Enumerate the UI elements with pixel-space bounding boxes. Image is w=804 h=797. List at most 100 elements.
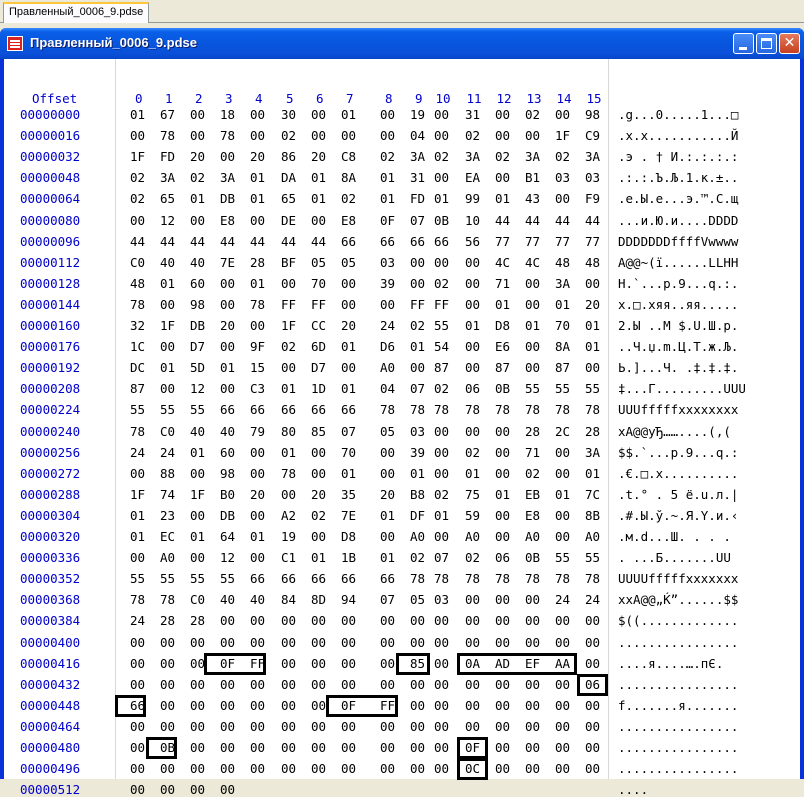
hex-byte-cell[interactable]: EA [465,170,480,185]
hex-byte-cell[interactable]: 87 [495,360,510,375]
hex-byte-cell[interactable]: 2C [555,424,570,439]
hex-byte-cell[interactable]: 00 [160,339,175,354]
hex-byte-cell[interactable]: 01 [434,191,449,206]
hex-byte-cell[interactable]: 00 [555,191,570,206]
hex-byte-cell[interactable]: 78 [585,402,600,417]
hex-byte-cell[interactable]: 18 [220,107,235,122]
hex-byte-cell[interactable]: FF [311,297,326,312]
hex-byte-cell[interactable]: 7C [585,487,600,502]
ascii-row[interactable]: .:.:.Ъ.Љ.1.к.±.. [618,170,738,185]
hex-byte-cell[interactable]: 00 [465,719,480,734]
ascii-row[interactable]: DDDDDDDffffVwwww [618,234,738,249]
hex-byte-cell[interactable]: 02 [410,550,425,565]
hex-byte-cell[interactable]: 02 [281,128,296,143]
hex-byte-cell[interactable]: 75 [465,487,480,502]
hex-byte-cell[interactable]: 00 [434,656,449,671]
hex-byte-cell[interactable]: 4C [495,255,510,270]
hex-byte-cell[interactable]: DF [410,508,425,523]
hex-byte-cell[interactable]: 71 [495,276,510,291]
hex-byte-cell[interactable]: 00 [525,761,540,776]
hex-byte-cell[interactable]: DB [220,191,235,206]
maximize-button[interactable] [756,33,777,54]
hex-byte-cell[interactable]: 07 [410,213,425,228]
hex-byte-cell[interactable]: 44 [130,234,145,249]
hex-byte-cell[interactable]: 00 [495,445,510,460]
hex-byte-cell[interactable]: 78 [130,424,145,439]
hex-byte-cell[interactable]: 9F [250,339,265,354]
hex-byte-cell[interactable]: 40 [220,424,235,439]
hex-byte-cell[interactable]: 39 [410,445,425,460]
hex-byte-cell[interactable]: 87 [555,360,570,375]
hex-byte-cell[interactable]: 01 [190,191,205,206]
hex-byte-cell[interactable]: 20 [190,149,205,164]
hex-byte-cell[interactable]: FF [434,297,449,312]
hex-byte-cell[interactable]: 00 [281,698,296,713]
hex-byte-cell[interactable]: 00 [525,740,540,755]
hex-byte-cell[interactable]: 03 [585,170,600,185]
hex-byte-cell[interactable]: E8 [525,508,540,523]
hex-byte-cell[interactable]: 00 [130,635,145,650]
hex-byte-cell[interactable]: 00 [281,719,296,734]
hex-byte-cell[interactable]: 19 [281,529,296,544]
hex-byte-cell[interactable]: 00 [434,613,449,628]
hex-byte-cell[interactable]: 02 [130,170,145,185]
hex-byte-cell[interactable]: 55 [555,550,570,565]
ascii-row[interactable]: ................ [618,635,738,650]
hex-byte-cell[interactable]: 00 [380,719,395,734]
hex-byte-cell[interactable]: 44 [525,213,540,228]
hex-byte-cell[interactable]: 79 [250,424,265,439]
hex-byte-cell[interactable]: 5D [190,360,205,375]
hex-byte-cell[interactable]: 00 [160,698,175,713]
hex-byte-cell[interactable]: 1F [160,318,175,333]
hex-byte-cell[interactable]: 24 [130,445,145,460]
hex-byte-cell[interactable]: 00 [160,656,175,671]
hex-byte-cell[interactable]: 00 [341,761,356,776]
hex-byte-cell[interactable]: 00 [585,698,600,713]
hex-byte-cell[interactable]: 44 [495,213,510,228]
hex-byte-cell[interactable]: 00 [130,782,145,797]
ascii-row[interactable]: A@@~(ї......LLHH [618,255,738,270]
hex-byte-cell[interactable]: 00 [220,381,235,396]
hex-byte-cell[interactable]: 00 [250,107,265,122]
hex-byte-cell[interactable]: 55 [220,571,235,586]
hex-byte-cell[interactable]: 3A [220,170,235,185]
hex-byte-cell[interactable]: 3A [585,445,600,460]
hex-byte-cell[interactable]: 00 [585,276,600,291]
hex-byte-cell[interactable]: 00 [434,107,449,122]
hex-byte-cell[interactable]: 20 [311,487,326,502]
hex-byte-cell[interactable]: 00 [555,677,570,692]
hex-byte-cell[interactable]: DB [220,508,235,523]
hex-byte-cell[interactable]: 00 [341,740,356,755]
hex-byte-cell[interactable]: 00 [495,170,510,185]
hex-byte-cell[interactable]: 00 [311,719,326,734]
hex-byte-cell[interactable]: 00 [250,128,265,143]
hex-view[interactable]: Offset 0 1 2 3 4 5 6 7 8 9 10 11 12 13 14 15 00000000 01 67… [4,59,800,797]
hex-byte-cell[interactable]: 48 [585,255,600,270]
hex-byte-cell[interactable]: 00 [220,297,235,312]
hex-byte-cell[interactable]: 20 [585,297,600,312]
hex-byte-cell[interactable]: 00 [160,677,175,692]
hex-byte-cell[interactable]: 66 [341,402,356,417]
hex-byte-cell[interactable]: 87 [130,381,145,396]
hex-byte-cell[interactable]: 00 [380,761,395,776]
hex-byte-cell[interactable]: 00 [220,761,235,776]
hex-byte-cell[interactable]: 00 [250,761,265,776]
hex-byte-cell[interactable]: 00 [465,613,480,628]
hex-byte-cell[interactable]: C0 [160,424,175,439]
hex-byte-cell[interactable]: 00 [311,740,326,755]
hex-byte-cell[interactable]: C1 [281,550,296,565]
ascii-row[interactable]: .м.d...Ш. . . . [618,529,738,544]
hex-byte-cell[interactable]: 65 [281,191,296,206]
hex-byte-cell[interactable]: 01 [410,339,425,354]
ascii-row[interactable]: .g...0.....1...□ [618,107,738,122]
hex-byte-cell[interactable]: 00 [410,255,425,270]
hex-byte-cell[interactable]: 54 [434,339,449,354]
hex-byte-cell[interactable]: 32 [130,318,145,333]
hex-byte-cell[interactable]: 00 [190,677,205,692]
hex-byte-cell[interactable]: 00 [341,656,356,671]
hex-byte-cell[interactable]: 85 [311,424,326,439]
hex-byte-cell[interactable]: C9 [585,128,600,143]
hex-byte-cell[interactable]: 71 [525,445,540,460]
hex-byte-cell[interactable]: A0 [525,529,540,544]
hex-byte-cell[interactable]: 78 [525,402,540,417]
